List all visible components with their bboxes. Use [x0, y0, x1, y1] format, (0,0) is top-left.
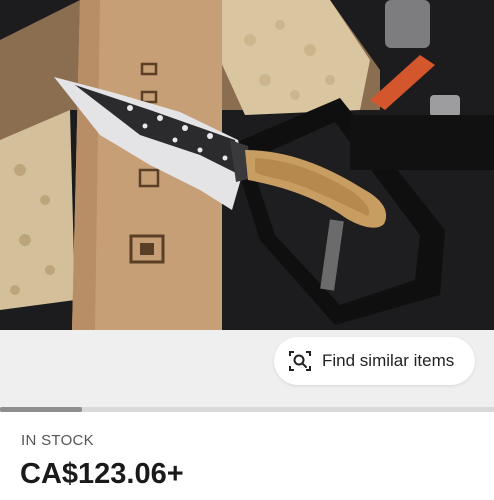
find-similar-items-label: Find similar items — [322, 351, 455, 370]
product-image[interactable] — [0, 0, 494, 330]
visual-search-icon — [288, 349, 312, 373]
image-carousel-scroll-thumb[interactable] — [0, 407, 82, 412]
truncated-text-line — [152, 494, 352, 500]
stock-status: IN STOCK — [21, 432, 94, 449]
image-carousel-scrollbar[interactable] — [0, 407, 494, 412]
find-similar-items-button[interactable]: Find similar items — [274, 337, 475, 385]
knife-photo-illustration — [0, 0, 494, 330]
product-price: CA$123.06+ — [20, 458, 184, 490]
